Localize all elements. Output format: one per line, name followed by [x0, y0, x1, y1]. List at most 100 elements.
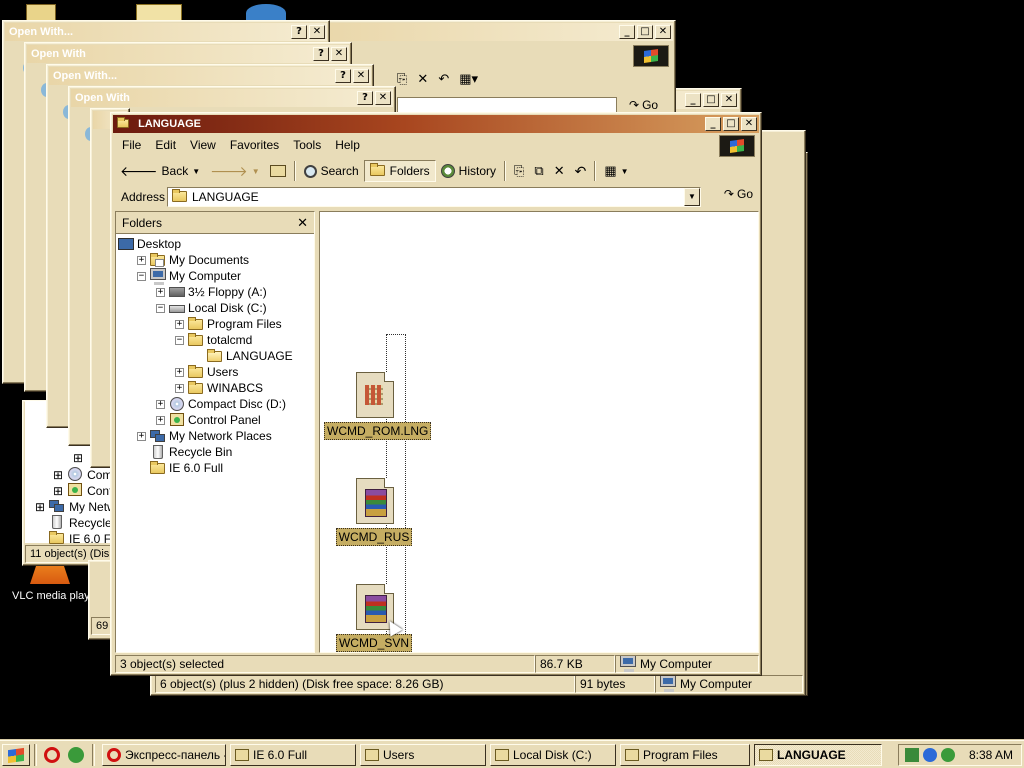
- tree-item[interactable]: − My Computer: [118, 268, 312, 285]
- delete-button[interactable]: ✕: [549, 160, 570, 182]
- close-button[interactable]: ✕: [741, 117, 757, 131]
- close-button[interactable]: ✕: [721, 93, 737, 107]
- tree-item[interactable]: + WINABCS: [118, 380, 312, 396]
- collapse-toggle[interactable]: −: [175, 335, 184, 345]
- minimize-button[interactable]: _: [619, 25, 635, 39]
- minimize-button[interactable]: _: [685, 93, 701, 107]
- maximize-button[interactable]: □: [637, 25, 653, 39]
- expand-toggle[interactable]: +: [137, 255, 146, 265]
- opera-quicklaunch-icon[interactable]: [44, 747, 60, 763]
- menu-help[interactable]: Help: [328, 138, 367, 152]
- expand-toggle[interactable]: +: [175, 319, 184, 329]
- views-icon[interactable]: ▦▾: [459, 71, 478, 87]
- expand-toggle[interactable]: +: [156, 399, 165, 409]
- delete-icon[interactable]: ✕: [417, 71, 428, 87]
- expand-toggle[interactable]: +: [175, 383, 184, 393]
- menu-view[interactable]: View: [183, 138, 223, 152]
- tree-item[interactable]: LANGUAGE: [118, 348, 312, 364]
- file-list-view[interactable]: WCMD_ROM.LNG WCMD_RUS WCMD_SVN: [319, 211, 759, 653]
- close-button[interactable]: ✕: [309, 25, 325, 39]
- tree-item-fragment[interactable]: ⊞ Cont: [53, 483, 112, 499]
- title-bar[interactable]: Open With... ? ✕: [49, 67, 371, 85]
- vlc-label[interactable]: VLC media playe: [12, 590, 96, 602]
- taskbar-button[interactable]: Program Files: [620, 744, 750, 766]
- maximize-button[interactable]: □: [703, 93, 719, 107]
- tree-item[interactable]: + Control Panel: [118, 412, 312, 428]
- title-bar[interactable]: LANGUAGE _ □ ✕: [113, 115, 759, 133]
- help-button[interactable]: ?: [291, 25, 307, 39]
- undo-icon[interactable]: ↶: [438, 71, 449, 87]
- taskbar-button[interactable]: Users: [360, 744, 486, 766]
- collapse-toggle[interactable]: −: [137, 271, 146, 281]
- taskbar-button[interactable]: Local Disk (C:): [490, 744, 616, 766]
- close-button[interactable]: ✕: [353, 69, 369, 83]
- title-bar[interactable]: _ □ ✕: [303, 23, 673, 41]
- language-tray-icon[interactable]: [923, 748, 937, 762]
- expand-toggle[interactable]: +: [156, 415, 165, 425]
- tree-item[interactable]: + Users: [118, 364, 312, 380]
- minimize-button[interactable]: _: [705, 117, 721, 131]
- menu-file[interactable]: File: [115, 138, 148, 152]
- tree-item-fragment[interactable]: ⊞ My Netw: [35, 499, 116, 515]
- tree-item[interactable]: Recycle Bin: [118, 444, 312, 460]
- clock[interactable]: 8:38 AM: [969, 748, 1013, 762]
- title-bar[interactable]: Open With... ? ✕: [5, 23, 327, 41]
- utorrent-quicklaunch-icon[interactable]: [68, 747, 84, 763]
- menu-tools[interactable]: Tools: [286, 138, 328, 152]
- help-button[interactable]: ?: [335, 69, 351, 83]
- computer-icon: [660, 676, 676, 692]
- history-button[interactable]: History: [436, 160, 501, 182]
- views-button[interactable]: ▦ ▼: [599, 160, 633, 182]
- tree-item[interactable]: Desktop: [118, 236, 312, 252]
- move-to-icon[interactable]: ⎘: [397, 71, 407, 87]
- maximize-button[interactable]: □: [723, 117, 739, 131]
- menu-edit[interactable]: Edit: [148, 138, 183, 152]
- search-button[interactable]: Search: [299, 160, 364, 182]
- utorrent-tray-icon[interactable]: [941, 748, 955, 762]
- tree-item[interactable]: +3½ Floppy (A:): [118, 284, 312, 300]
- tree-item[interactable]: IE 6.0 Full: [118, 460, 312, 476]
- tree-item[interactable]: + Compact Disc (D:): [118, 396, 312, 412]
- address-field[interactable]: LANGUAGE ▼: [167, 187, 701, 207]
- title-bar[interactable]: Open With ? ✕: [71, 89, 393, 107]
- copy-to-button[interactable]: ⧉: [529, 160, 548, 182]
- collapse-toggle[interactable]: −: [156, 303, 165, 313]
- up-button[interactable]: [265, 160, 291, 182]
- tree-item[interactable]: + My Documents: [118, 252, 312, 268]
- tree-item-fragment[interactable]: ⊞: [73, 451, 83, 465]
- taskbar-button[interactable]: LANGUAGE: [754, 744, 882, 766]
- tree-item[interactable]: − totalcmd: [118, 332, 312, 348]
- expand-toggle[interactable]: +: [156, 287, 165, 297]
- tree-item-label: WINABCS: [207, 381, 264, 395]
- address-dropdown-button[interactable]: ▼: [684, 188, 700, 206]
- close-button[interactable]: ✕: [331, 47, 347, 61]
- title-bar[interactable]: Open With ? ✕: [27, 45, 349, 63]
- taskbar-button[interactable]: IE 6.0 Full: [230, 744, 356, 766]
- tree-item-label: Program Files: [207, 317, 282, 331]
- language-explorer-window[interactable]: LANGUAGE _ □ ✕ File Edit View Favorites …: [110, 112, 762, 676]
- expand-toggle[interactable]: +: [137, 431, 146, 441]
- tree-item[interactable]: + Program Files: [118, 316, 312, 332]
- start-button[interactable]: [2, 744, 30, 766]
- go-button[interactable]: ↷Go: [629, 98, 658, 112]
- tree-item-fragment[interactable]: Recycle: [49, 515, 112, 531]
- tree-item[interactable]: + My Network Places: [118, 428, 312, 444]
- close-button[interactable]: ✕: [655, 25, 671, 39]
- menu-favorites[interactable]: Favorites: [223, 138, 286, 152]
- folder-icon: [188, 317, 204, 331]
- forward-button[interactable]: 🡒 ▼: [205, 160, 264, 182]
- folders-button[interactable]: Folders: [363, 160, 436, 182]
- expand-toggle[interactable]: +: [175, 367, 184, 377]
- help-button[interactable]: ?: [313, 47, 329, 61]
- folders-pane-close-button[interactable]: ✕: [297, 215, 308, 231]
- move-to-button[interactable]: ⎘: [509, 160, 529, 182]
- help-button[interactable]: ?: [357, 91, 373, 105]
- network-tray-icon[interactable]: [905, 748, 919, 762]
- undo-button[interactable]: ↶: [570, 160, 592, 182]
- back-button[interactable]: 🡐 Back ▼: [115, 160, 205, 182]
- dialog-title: Open With: [75, 92, 130, 104]
- tree-item[interactable]: − Local Disk (C:): [118, 300, 312, 316]
- go-button[interactable]: ↷ Go: [724, 187, 753, 201]
- taskbar-button[interactable]: Экспресс-панель -...: [102, 744, 226, 766]
- close-button[interactable]: ✕: [375, 91, 391, 105]
